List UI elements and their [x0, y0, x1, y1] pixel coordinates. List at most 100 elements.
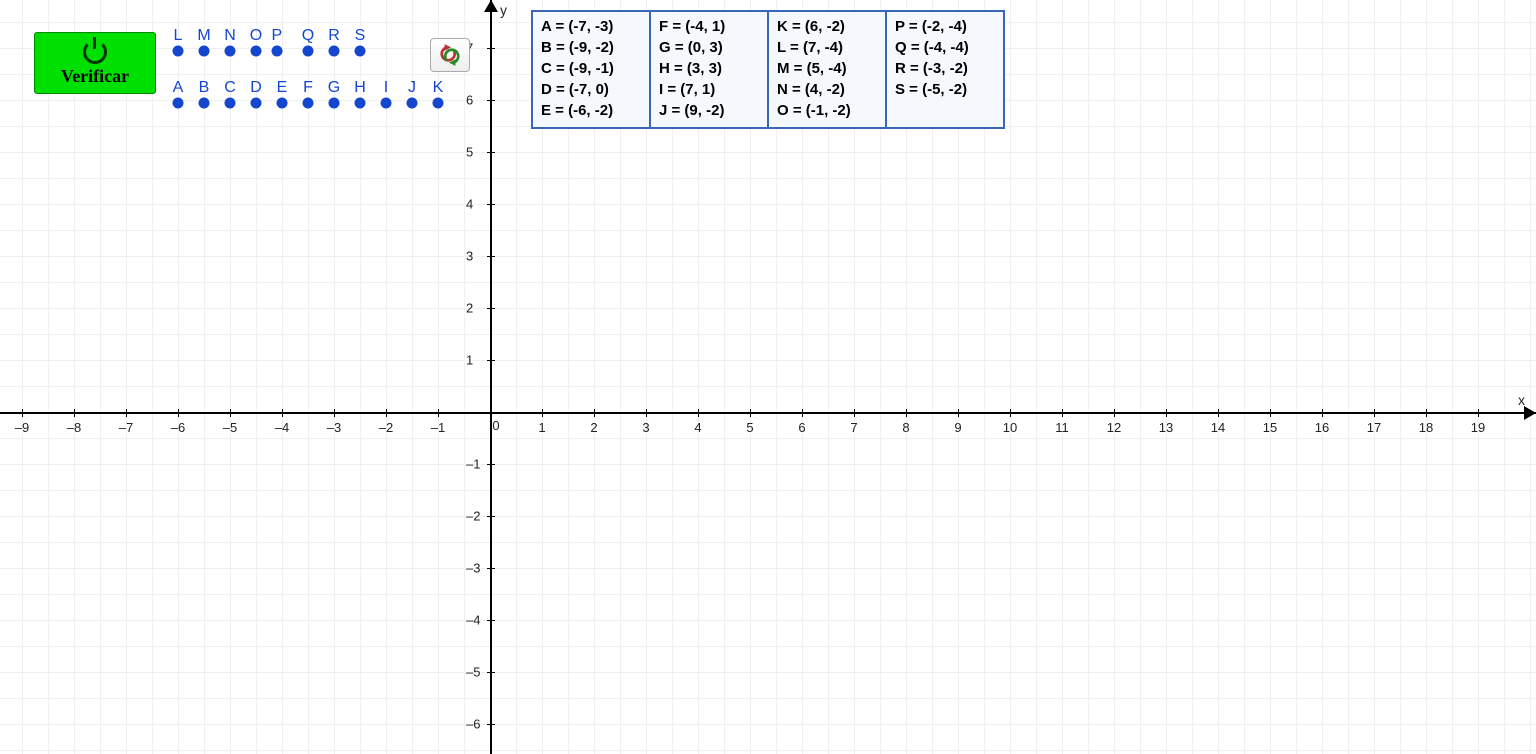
x-tick: [906, 409, 907, 417]
point-M[interactable]: [199, 45, 210, 56]
coord-col-4: P = (-2, -4)Q = (-4, -4)R = (-3, -2)S = …: [887, 12, 1003, 127]
x-tick-label: 4: [694, 420, 701, 435]
x-tick-label: 10: [1003, 420, 1017, 435]
coord-row: O = (-1, -2): [777, 100, 877, 121]
x-tick-label: 2: [590, 420, 597, 435]
verify-button[interactable]: Verificar: [34, 32, 156, 94]
x-tick: [854, 409, 855, 417]
y-tick-label: –2: [466, 509, 480, 524]
point-K[interactable]: [433, 97, 444, 108]
point-A[interactable]: [173, 97, 184, 108]
point-label-M: M: [197, 27, 210, 45]
point-label-F: F: [303, 79, 313, 97]
x-tick-label: 7: [850, 420, 857, 435]
x-tick: [1010, 409, 1011, 417]
coord-row: F = (-4, 1): [659, 16, 759, 37]
x-tick-label: –1: [431, 420, 445, 435]
x-tick: [1166, 409, 1167, 417]
reset-button[interactable]: [430, 38, 470, 72]
power-icon: [83, 40, 107, 64]
y-tick-label: 1: [466, 353, 473, 368]
coord-col-3: K = (6, -2)L = (7, -4)M = (5, -4)N = (4,…: [769, 12, 887, 127]
coord-row: G = (0, 3): [659, 37, 759, 58]
point-H[interactable]: [355, 97, 366, 108]
x-tick: [386, 409, 387, 417]
x-tick: [802, 409, 803, 417]
x-tick: [1426, 409, 1427, 417]
point-J[interactable]: [407, 97, 418, 108]
y-tick-label: 6: [466, 93, 473, 108]
point-P[interactable]: [271, 45, 282, 56]
coord-row: R = (-3, -2): [895, 58, 995, 79]
x-tick: [178, 409, 179, 417]
x-tick-label: –8: [67, 420, 81, 435]
geogebra-stage: x y –9–8–7–6–5–4–3–2–1012345678910111213…: [0, 0, 1536, 754]
point-N[interactable]: [225, 45, 236, 56]
point-R[interactable]: [329, 45, 340, 56]
y-tick: [487, 152, 495, 153]
point-label-B: B: [199, 79, 210, 97]
x-tick-label: 16: [1315, 420, 1329, 435]
point-G[interactable]: [329, 97, 340, 108]
x-tick: [1322, 409, 1323, 417]
x-tick-label: –2: [379, 420, 393, 435]
point-S[interactable]: [355, 45, 366, 56]
x-tick: [74, 409, 75, 417]
point-label-R: R: [328, 27, 340, 45]
x-tick-label: 14: [1211, 420, 1225, 435]
point-D[interactable]: [251, 97, 262, 108]
y-tick: [487, 204, 495, 205]
point-F[interactable]: [303, 97, 314, 108]
x-tick: [1114, 409, 1115, 417]
coord-row: A = (-7, -3): [541, 16, 641, 37]
point-C[interactable]: [225, 97, 236, 108]
y-tick-label: 5: [466, 145, 473, 160]
y-tick-label: –4: [466, 613, 480, 628]
x-tick: [438, 409, 439, 417]
x-tick-label: 8: [902, 420, 909, 435]
point-label-P: P: [271, 27, 282, 45]
y-tick: [487, 620, 495, 621]
point-label-S: S: [355, 27, 366, 45]
y-tick-label: 4: [466, 197, 473, 212]
coord-row: M = (5, -4): [777, 58, 877, 79]
y-tick-label: –1: [466, 457, 480, 472]
y-tick: [487, 256, 495, 257]
point-I[interactable]: [381, 97, 392, 108]
x-tick: [698, 409, 699, 417]
origin-label: 0: [492, 418, 499, 433]
coord-row: S = (-5, -2): [895, 79, 995, 100]
x-axis-arrow: [1524, 406, 1536, 420]
x-tick: [282, 409, 283, 417]
point-B[interactable]: [199, 97, 210, 108]
y-tick: [487, 464, 495, 465]
x-tick-label: –6: [171, 420, 185, 435]
x-tick-label: –9: [15, 420, 29, 435]
x-tick: [646, 409, 647, 417]
y-tick: [487, 308, 495, 309]
x-tick-label: 6: [798, 420, 805, 435]
coord-row: N = (4, -2): [777, 79, 877, 100]
y-tick: [487, 360, 495, 361]
point-label-L: L: [174, 27, 183, 45]
x-tick-label: –7: [119, 420, 133, 435]
point-O[interactable]: [251, 45, 262, 56]
x-tick-label: 11: [1055, 420, 1069, 435]
point-label-I: I: [384, 79, 388, 97]
coord-row: L = (7, -4): [777, 37, 877, 58]
y-tick: [487, 100, 495, 101]
point-E[interactable]: [277, 97, 288, 108]
coord-col-2: F = (-4, 1)G = (0, 3)H = (3, 3)I = (7, 1…: [651, 12, 769, 127]
x-tick: [542, 409, 543, 417]
x-tick: [1218, 409, 1219, 417]
coordinate-table: A = (-7, -3)B = (-9, -2)C = (-9, -1)D = …: [531, 10, 1005, 129]
x-axis-label: x: [1518, 392, 1525, 408]
verify-label: Verificar: [61, 66, 129, 87]
y-tick-label: 2: [466, 301, 473, 316]
point-L[interactable]: [173, 45, 184, 56]
x-tick: [230, 409, 231, 417]
x-tick: [594, 409, 595, 417]
point-label-A: A: [173, 79, 184, 97]
x-tick-label: 18: [1419, 420, 1433, 435]
point-Q[interactable]: [303, 45, 314, 56]
